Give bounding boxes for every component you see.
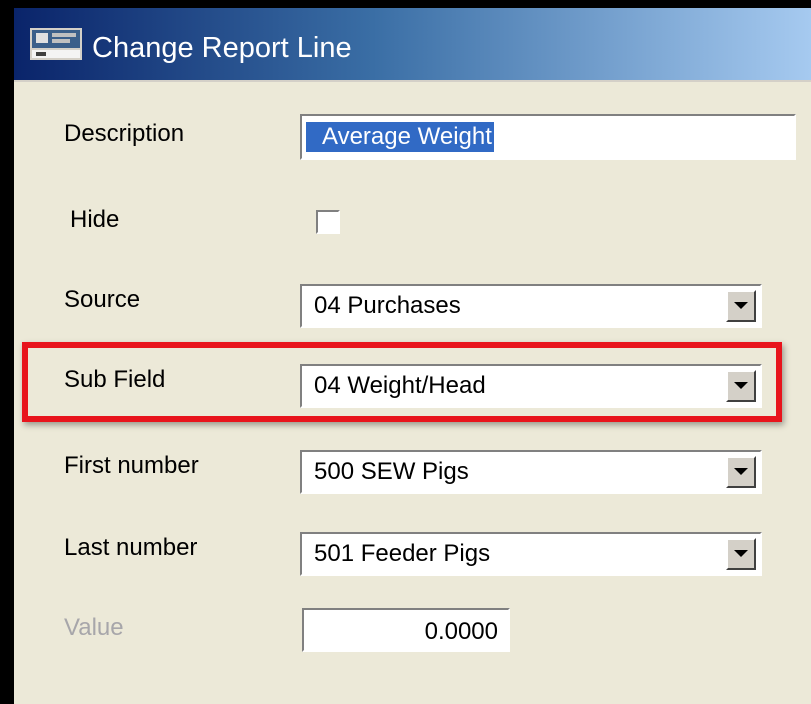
change-report-line-dialog: Change Report Line Description Average W… [14, 8, 811, 704]
source-value: 04 Purchases [314, 292, 461, 319]
last-number-label: Last number [64, 534, 198, 561]
last-number-select[interactable]: 501 Feeder Pigs [300, 532, 762, 576]
last-number-dropdown-button[interactable] [726, 538, 756, 570]
sub-field-highlight-box [22, 342, 782, 422]
last-number-value: 501 Feeder Pigs [314, 540, 491, 567]
hide-label: Hide [70, 206, 120, 233]
chevron-down-icon [734, 302, 748, 309]
description-label: Description [64, 120, 185, 147]
first-number-select[interactable]: 500 SEW Pigs [300, 450, 762, 494]
first-number-value: 500 SEW Pigs [314, 458, 469, 485]
first-number-dropdown-button[interactable] [726, 456, 756, 488]
value-text: 0.0000 [424, 618, 498, 645]
description-input[interactable]: Average Weight [300, 114, 796, 160]
source-dropdown-button[interactable] [726, 290, 756, 322]
source-label: Source [64, 286, 141, 313]
title-bar[interactable]: Change Report Line [14, 8, 811, 82]
app-window-icon [30, 28, 82, 60]
hide-checkbox[interactable] [316, 210, 340, 234]
value-input[interactable]: 0.0000 [302, 608, 510, 652]
description-value: Average Weight [306, 122, 494, 152]
chevron-down-icon [734, 468, 748, 475]
first-number-label: First number [64, 452, 199, 479]
window-title: Change Report Line [92, 32, 352, 64]
value-label: Value [64, 614, 124, 641]
source-select[interactable]: 04 Purchases [300, 284, 762, 328]
chevron-down-icon [734, 550, 748, 557]
